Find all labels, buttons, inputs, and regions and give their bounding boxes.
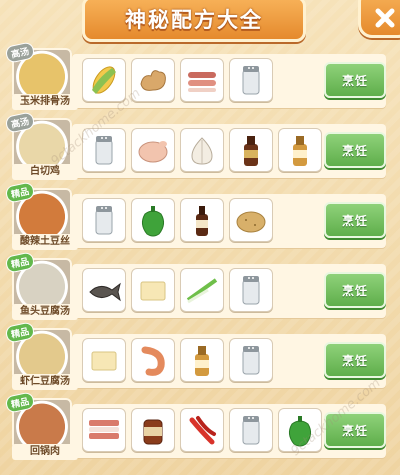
cook-button[interactable]: 烹饪 (324, 202, 386, 238)
sesame-sauce-icon (293, 136, 307, 166)
ingredient-slot (180, 128, 224, 172)
salt-icon (242, 346, 260, 375)
ingredient-slot (229, 198, 273, 242)
ingredient-slot (229, 128, 273, 172)
soy-sauce-icon (244, 136, 258, 166)
bean-paste-icon (143, 419, 163, 445)
cook-button[interactable]: 烹饪 (324, 132, 386, 168)
dish: 精品 虾仁豆腐汤 (4, 321, 78, 394)
dish-name: 回锅肉 (12, 444, 78, 460)
dish: 精品 鱼头豆腐汤 (4, 251, 78, 324)
dish-name: 酸辣土豆丝 (12, 234, 78, 250)
red-chili-icon (189, 416, 216, 445)
ingredient-slot (82, 58, 126, 102)
corn-icon (92, 66, 116, 94)
sesame-sauce-icon (195, 346, 209, 376)
ingredient-slot (180, 198, 224, 242)
salt-icon (242, 416, 260, 445)
ingredient-slot (180, 338, 224, 382)
ingredient-slot (278, 128, 322, 172)
salt-icon (242, 276, 260, 305)
ingredient-slot (229, 338, 273, 382)
close-icon (375, 8, 395, 28)
garlic-icon (191, 137, 213, 165)
shrimp-icon (141, 346, 165, 376)
recipe-row: 精品 虾仁豆腐汤 烹饪 (0, 321, 400, 394)
dish: 精品 酸辣土豆丝 (4, 181, 78, 254)
pork-belly-icon (89, 420, 119, 439)
cook-button[interactable]: 烹饪 (324, 62, 386, 98)
ingredient-slot (131, 198, 175, 242)
dish: 高汤 玉米排骨汤 (4, 41, 78, 114)
scallion-icon (186, 278, 218, 304)
recipe-row: 高汤 玉米排骨汤 烹饪 (0, 41, 400, 114)
ingredient-slot (82, 338, 126, 382)
salt-icon (95, 206, 113, 235)
fish-icon (89, 282, 121, 302)
cook-button[interactable]: 烹饪 (324, 272, 386, 308)
ingredient-slot (180, 58, 224, 102)
green-pepper-icon (141, 206, 165, 237)
potato-icon (236, 211, 266, 233)
ingredient-slot (131, 268, 175, 312)
tofu-icon (140, 281, 166, 301)
dish-name: 虾仁豆腐汤 (12, 374, 78, 390)
recipe-row: 精品 鱼头豆腐汤 烹饪 (0, 251, 400, 324)
ingredient-slot (229, 58, 273, 102)
cook-button[interactable]: 烹饪 (324, 342, 386, 378)
ingredient-slot (131, 408, 175, 452)
ingredient-slot (229, 408, 273, 452)
dish: 精品 回锅肉 (4, 391, 78, 464)
salt-icon (242, 66, 260, 95)
ingredient-slot (180, 408, 224, 452)
ingredient-slot (180, 268, 224, 312)
ingredient-slot (131, 338, 175, 382)
title-banner: 神秘配方大全 (82, 0, 306, 42)
ingredient-slot (82, 408, 126, 452)
page-title: 神秘配方大全 (125, 8, 263, 32)
close-button[interactable] (358, 0, 400, 38)
dish-name: 玉米排骨汤 (12, 94, 78, 110)
ingredient-slot (229, 268, 273, 312)
tofu-icon (91, 351, 117, 371)
recipe-row: 精品 酸辣土豆丝 烹饪 (0, 181, 400, 254)
dish-name: 白切鸡 (12, 164, 78, 180)
ingredient-slot (82, 268, 126, 312)
pork-ribs-icon (188, 72, 216, 92)
ingredient-slot (131, 128, 175, 172)
raw-chicken-icon (138, 141, 168, 163)
vinegar-icon (196, 206, 208, 236)
ingredient-slot (82, 198, 126, 242)
dish-name: 鱼头豆腐汤 (12, 304, 78, 320)
